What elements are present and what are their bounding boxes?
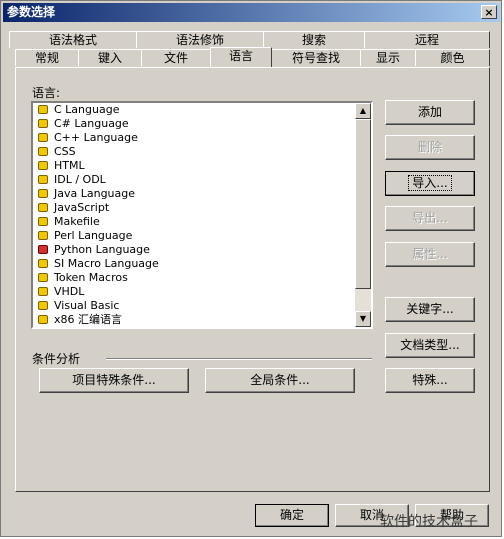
language-name: Makefile	[54, 215, 100, 228]
ok-button[interactable]: 确定	[255, 504, 329, 527]
scroll-up-arrow-icon[interactable]: ▲	[355, 103, 371, 119]
title-bar: 参数选择 ×	[3, 3, 500, 22]
language-list-item[interactable]: Python Language	[33, 243, 371, 257]
global-conditions-button[interactable]: 全局条件...	[205, 368, 355, 393]
close-button[interactable]: ×	[481, 5, 497, 19]
language-list-item[interactable]: Token Macros	[33, 271, 371, 285]
language-icon	[38, 147, 48, 156]
import-button[interactable]: 导入...	[385, 171, 475, 196]
language-list-item[interactable]: XML	[33, 327, 371, 329]
vertical-scrollbar[interactable]: ▲ ▼	[355, 103, 371, 327]
scrollbar-thumb[interactable]	[355, 119, 371, 289]
language-name: SI Macro Language	[54, 257, 159, 270]
document-types-button[interactable]: 文档类型...	[385, 333, 475, 358]
language-name: Java Language	[54, 187, 136, 200]
language-name: Visual Basic	[54, 299, 120, 312]
language-list-item[interactable]: VHDL	[33, 285, 371, 299]
window-title: 参数选择	[7, 5, 56, 19]
language-icon	[38, 175, 48, 184]
language-name: Token Macros	[54, 271, 128, 284]
language-icon	[38, 203, 48, 212]
language-list-item[interactable]: JavaScript	[33, 201, 371, 215]
special-button[interactable]: 特殊...	[385, 368, 475, 393]
language-name: C Language	[54, 103, 120, 116]
language-list-item[interactable]: IDL / ODL	[33, 173, 371, 187]
language-list-item[interactable]: Java Language	[33, 187, 371, 201]
language-name: XML	[54, 327, 77, 329]
keywords-button[interactable]: 关键字...	[385, 297, 475, 322]
language-name: JavaScript	[54, 201, 110, 214]
tab-general[interactable]: 常规	[15, 49, 79, 66]
language-name: HTML	[54, 159, 85, 172]
language-icon	[38, 105, 48, 114]
tab-display[interactable]: 显示	[360, 49, 416, 66]
project-conditions-button[interactable]: 项目特殊条件...	[39, 368, 189, 393]
tab-remote[interactable]: 远程	[364, 31, 490, 48]
language-icon	[38, 259, 48, 268]
language-name: IDL / ODL	[54, 173, 106, 186]
tab-search[interactable]: 搜索	[263, 31, 365, 48]
tab-languages[interactable]: 语言	[210, 47, 272, 67]
language-list-item[interactable]: SI Macro Language	[33, 257, 371, 271]
language-icon	[38, 161, 48, 170]
language-icon	[38, 301, 48, 310]
language-icon	[38, 273, 48, 282]
watermark-text: 软件的技术盒子	[380, 514, 478, 530]
language-icon	[38, 287, 48, 296]
properties-button[interactable]: 属性...	[385, 242, 475, 267]
language-name: C# Language	[54, 117, 129, 130]
tab-syntax-decoration[interactable]: 语法修饰	[136, 31, 264, 48]
language-list-item[interactable]: HTML	[33, 159, 371, 173]
language-name: Perl Language	[54, 229, 133, 242]
language-list-item[interactable]: Visual Basic	[33, 299, 371, 313]
language-list-item[interactable]: C# Language	[33, 117, 371, 131]
language-icon	[38, 189, 48, 198]
add-button[interactable]: 添加	[385, 100, 475, 125]
delete-button[interactable]: 删除	[385, 135, 475, 160]
preferences-dialog: 参数选择 × 语法格式 语法修饰 搜索 远程 常规 键入 文件 语言 符号查找 …	[0, 0, 502, 537]
language-name: x86 汇编语言	[54, 313, 123, 326]
language-icon	[38, 133, 48, 142]
language-name: C++ Language	[54, 131, 138, 144]
tab-syntax-format[interactable]: 语法格式	[9, 31, 137, 48]
import-button-label: 导入...	[408, 175, 452, 191]
language-list-item[interactable]: Perl Language	[33, 229, 371, 243]
tab-files[interactable]: 文件	[141, 49, 211, 66]
language-list-item[interactable]: C Language	[33, 103, 371, 117]
scroll-down-arrow-icon[interactable]: ▼	[355, 311, 371, 327]
tab-typing[interactable]: 键入	[78, 49, 142, 66]
language-icon	[38, 245, 48, 254]
group-divider	[106, 358, 372, 360]
language-icon	[38, 231, 48, 240]
language-list-item[interactable]: Makefile	[33, 215, 371, 229]
language-icon	[38, 119, 48, 128]
language-name: Python Language	[54, 243, 150, 256]
language-icon	[38, 315, 48, 324]
condition-analysis-label: 条件分析	[32, 352, 81, 366]
language-icon	[38, 217, 48, 226]
language-list-item[interactable]: C++ Language	[33, 131, 371, 145]
language-name: VHDL	[54, 285, 85, 298]
export-button[interactable]: 导出...	[385, 206, 475, 231]
tab-colors[interactable]: 颜色	[415, 49, 490, 66]
language-label: 语言:	[32, 86, 61, 100]
language-name: CSS	[54, 145, 76, 158]
language-list[interactable]: C Language C# Language C++ Language CSS HTML…	[31, 101, 373, 329]
language-list-item[interactable]: CSS	[33, 145, 371, 159]
language-list-item[interactable]: x86 汇编语言	[33, 313, 371, 327]
tab-symbol-lookup[interactable]: 符号查找	[271, 49, 361, 66]
